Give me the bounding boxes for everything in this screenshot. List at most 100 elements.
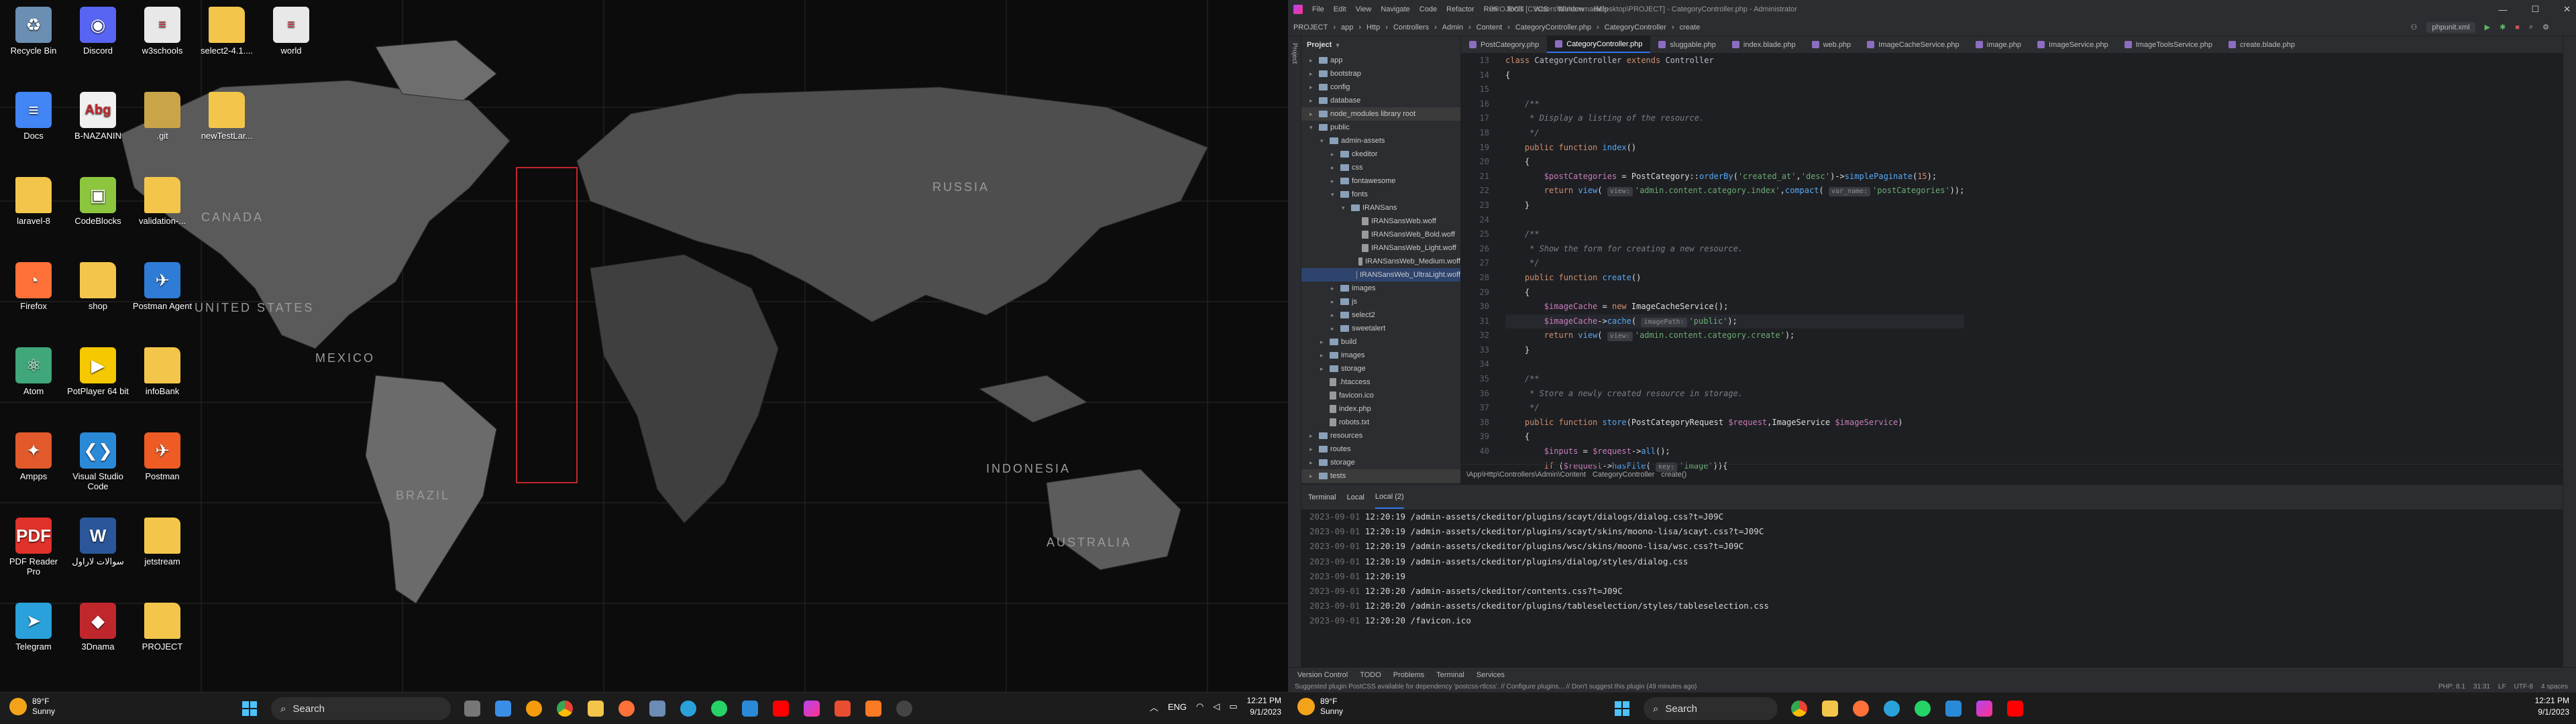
tool-services[interactable]: Services [1477,671,1505,679]
tree-file[interactable]: IRANSansWeb_Light.woff [1301,241,1460,255]
chevron-right-icon[interactable]: ▸ [1331,282,1338,295]
vscode-button-right[interactable] [1940,695,1967,722]
taskbar-search-box[interactable]: ⌕ Search [271,697,451,720]
code-crumb[interactable]: CategoryController [1593,471,1654,479]
chevron-right-icon[interactable]: ▸ [1309,67,1316,80]
chevron-down-icon[interactable]: ▾ [1331,188,1338,201]
whatsapp-button[interactable] [706,695,733,722]
menu-item-edit[interactable]: Edit [1334,5,1346,13]
tree-folder[interactable]: ▸ js [1301,295,1460,308]
chevron-right-icon[interactable]: ▸ [1331,308,1338,322]
tree-folder[interactable]: ▾ admin-assets [1301,134,1460,147]
run-config-select[interactable]: phpunit.xml [2426,21,2475,33]
editor-tab[interactable]: create.blade.php [2220,36,2303,53]
desktop-icon[interactable]: ➤ Telegram [1,599,66,672]
git-button[interactable] [829,695,856,722]
nav-crumb[interactable]: Content [1477,23,1503,32]
nav-crumb[interactable]: Admin [1442,23,1463,32]
firefox-button-right[interactable] [1847,695,1874,722]
desktop-icon[interactable]: .git [130,88,195,162]
start-button[interactable] [236,695,263,722]
terminal-tab[interactable]: Local [1347,493,1364,501]
desktop-icon[interactable]: ▣ CodeBlocks [66,173,130,247]
chevron-right-icon[interactable]: ▸ [1320,362,1327,375]
search-app-button[interactable] [521,695,547,722]
weather-widget-right[interactable]: 89°F Sunny [1297,697,1343,717]
search-everywhere-icon[interactable]: ⌕ [2529,23,2533,32]
chevron-right-icon[interactable]: ▸ [1331,174,1338,188]
desktop-icon[interactable]: ≡ world [259,3,323,76]
phpstorm-button-right[interactable] [1971,695,1998,722]
chevron-right-icon[interactable]: ▸ [1309,469,1316,483]
desktop-icon[interactable]: validation-... [130,173,195,247]
desktop-icon[interactable]: ♻ Recycle Bin [1,3,66,76]
tree-file[interactable]: favicon.ico [1301,389,1460,402]
desktop-icon[interactable]: laravel-8 [1,173,66,247]
desktop-icon[interactable]: ≡ Docs [1,88,66,162]
desktop-icon[interactable]: ✈ Postman [130,428,195,502]
chevron-down-icon[interactable]: ▾ [1342,201,1348,215]
menu-item-refactor[interactable]: Refactor [1446,5,1474,13]
tree-folder[interactable]: ▸ bootstrap [1301,67,1460,80]
tree-file[interactable]: robots.txt [1301,416,1460,429]
status-item[interactable]: PHP: 8.1 [2438,683,2465,690]
user-icon[interactable]: ⚇ [2410,23,2417,32]
tree-folder[interactable]: ▸ storage [1301,362,1460,375]
tree-folder[interactable]: ▸ images [1301,282,1460,295]
chevron-down-icon[interactable]: ▾ [1309,121,1316,134]
tool-todo[interactable]: TODO [1360,671,1381,679]
chevron-down-icon[interactable]: ▾ [1336,41,1340,50]
desktop-icon[interactable]: ◉ Discord [66,3,130,76]
volume-icon[interactable]: ◁ [1213,701,1220,712]
editor-tab[interactable]: PostCategory.php [1461,36,1547,53]
youtube-button[interactable] [767,695,794,722]
nav-crumb[interactable]: Controllers [1393,23,1429,32]
editor-tab[interactable]: ImageToolsService.php [2116,36,2220,53]
tree-folder[interactable]: ▸ select2 [1301,308,1460,322]
nav-crumb[interactable]: PROJECT [1293,23,1328,32]
tree-folder[interactable]: ▸ resources [1301,429,1460,442]
nav-crumb[interactable]: app [1341,23,1353,32]
telegram-button-right[interactable] [1878,695,1905,722]
chevron-right-icon[interactable]: ▸ [1331,295,1338,308]
project-tool-tab[interactable]: Project [1291,43,1298,64]
taskbar-search-box-right[interactable]: ⌕ Search [1644,697,1778,720]
chevron-up-icon[interactable]: ︿ [1150,701,1159,713]
desktop-icon[interactable]: infoBank [130,343,195,417]
tree-file[interactable]: IRANSansWeb.woff [1301,215,1460,228]
desktop-icon[interactable]: ≡ w3schools [130,3,195,76]
code-lines[interactable]: class CategoryController extends Control… [1505,54,1965,473]
menu-item-code[interactable]: Code [1419,5,1437,13]
tree-folder[interactable]: ▸ build [1301,335,1460,349]
battery-icon[interactable]: ▭ [1229,701,1237,712]
chevron-right-icon[interactable]: ▸ [1309,107,1316,121]
desktop-icon[interactable]: Abg B-NAZANIN [66,88,130,162]
nav-crumb[interactable]: CategoryController [1605,23,1666,32]
status-item[interactable]: LF [2498,683,2506,690]
nav-crumb[interactable]: CategoryController.php [1515,23,1591,32]
youtube-button-right[interactable] [2002,695,2029,722]
file-explorer-button[interactable] [582,695,609,722]
desktop-icon[interactable]: select2-4.1.... [195,3,259,76]
terminal-output[interactable]: 2023-09-01 12:20:19 /admin-assets/ckedit… [1301,509,2563,682]
firefox-button[interactable] [613,695,640,722]
editor-tab[interactable]: image.php [1968,36,2029,53]
editor-tab[interactable]: CategoryController.php [1547,36,1651,53]
chevron-right-icon[interactable]: ▸ [1309,80,1316,94]
chevron-down-icon[interactable]: ▾ [1320,134,1327,147]
status-item[interactable]: 4 spaces [2541,683,2568,690]
tree-folder[interactable]: ▸ fontawesome [1301,174,1460,188]
chrome-button[interactable] [551,695,578,722]
tree-folder[interactable]: ▸ app [1301,54,1460,67]
stop-icon[interactable]: ■ [2515,23,2520,32]
menu-item-navigate[interactable]: Navigate [1381,5,1409,13]
code-crumb[interactable]: \App\Http\Controllers\Admin\Content [1466,471,1586,479]
tree-folder[interactable]: ▸ storage [1301,456,1460,469]
chevron-right-icon[interactable]: ▸ [1309,442,1316,456]
debug-icon[interactable]: ✱ [2500,23,2506,32]
desktop-icon[interactable]: jetstream [130,514,195,587]
tool-terminal[interactable]: Terminal [1436,671,1464,679]
terminal-tab[interactable]: Terminal [1308,493,1336,501]
postman-agent-button[interactable] [644,695,671,722]
run-icon[interactable]: ▶ [2485,23,2490,32]
